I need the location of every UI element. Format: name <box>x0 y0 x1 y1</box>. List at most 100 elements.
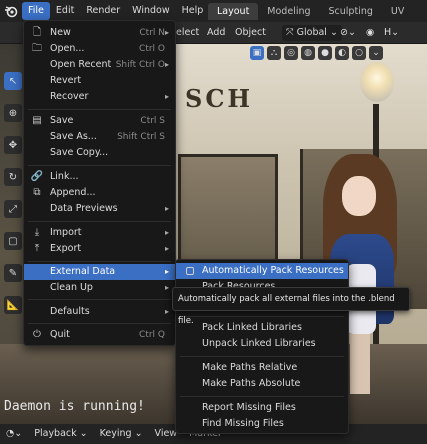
menu-item-make-paths-relative[interactable]: Make Paths Relative <box>176 360 348 376</box>
menu-item-make-paths-absolute[interactable]: Make Paths Absolute <box>176 376 348 392</box>
external-data-submenu: Automatically Pack Resources Pack Resour… <box>175 259 349 434</box>
viewport-shading-toolbar: ▣ ⛬ ◎ ◍ ● ◐ ○ ⌄ <box>250 46 383 62</box>
tab-sculpting[interactable]: Sculpting <box>320 3 382 20</box>
menu-item-recover[interactable]: Recover ▸ <box>24 89 175 105</box>
tab-modeling[interactable]: Modeling <box>258 3 319 20</box>
menu-item-open[interactable]: 🗀 Open... Ctrl O <box>24 41 175 57</box>
append-icon: ⧉ <box>33 187 41 198</box>
menu-help[interactable]: Help <box>176 0 210 22</box>
tab-uv-editing[interactable]: UV Editing <box>382 3 427 34</box>
menu-item-auto-pack-resources[interactable]: Automatically Pack Resources <box>176 263 348 279</box>
link-icon: 🔗 <box>30 171 44 182</box>
select-menu[interactable]: elect <box>176 22 199 44</box>
transform-tool-icon[interactable]: ▢ <box>4 232 22 250</box>
tooltip: Automatically pack all external files in… <box>172 287 410 326</box>
daemon-status-text: Daemon is running! <box>4 399 145 414</box>
checkbox-icon[interactable] <box>186 267 194 275</box>
menu-separator <box>180 356 344 357</box>
transform-orientation-icon: ⤧ <box>286 27 297 38</box>
overlays-icon[interactable]: ◎ <box>284 46 298 60</box>
keying-menu[interactable]: Keying ⌄ <box>94 424 149 444</box>
tab-layout[interactable]: Layout <box>208 3 259 20</box>
cursor-tool-icon[interactable]: ⊕ <box>4 104 22 122</box>
export-icon: ⤒ <box>34 243 40 254</box>
transform-orientation-value: Global <box>296 27 327 38</box>
chevron-down-icon: ⌄ <box>326 27 338 38</box>
menu-separator <box>28 109 171 110</box>
playback-label: Playback <box>34 428 77 439</box>
menu-item-import[interactable]: ⤓ Import ▸ <box>24 225 175 241</box>
character-legs <box>350 334 370 394</box>
mirror-axis-icon[interactable]: H⌄ <box>384 22 399 44</box>
menu-item-save-copy[interactable]: Save Copy... <box>24 145 175 161</box>
wireframe-shading-icon[interactable]: ◍ <box>301 46 315 60</box>
submenu-arrow-icon: ▸ <box>164 60 169 69</box>
menu-item-clean-up[interactable]: Clean Up ▸ <box>24 280 175 296</box>
new-file-icon: 🗋 <box>32 27 42 38</box>
playback-menu[interactable]: Playback ⌄ <box>28 424 93 444</box>
timeline-editor-icon[interactable]: ◔⌄ <box>0 424 28 444</box>
add-menu[interactable]: Add <box>207 22 225 44</box>
power-icon: ⏻ <box>33 329 41 340</box>
save-icon: ▤ <box>32 115 42 126</box>
street-lamp <box>360 62 394 102</box>
submenu-arrow-icon: ▸ <box>164 307 169 316</box>
transform-orientation-select[interactable]: ⤧ Global ⌄ <box>282 25 342 41</box>
show-gizmo-icon[interactable]: ⛬ <box>267 46 281 60</box>
menu-item-defaults[interactable]: Defaults ▸ <box>24 304 175 320</box>
folder-icon: 🗀 <box>32 43 42 54</box>
submenu-arrow-icon: ▸ <box>164 267 169 276</box>
menu-item-link[interactable]: 🔗 Link... <box>24 169 175 185</box>
solid-shading-icon[interactable]: ● <box>318 46 332 60</box>
snap-icon[interactable]: ⊘⌄ <box>340 22 356 44</box>
menu-render[interactable]: Render <box>80 0 126 22</box>
menu-separator <box>180 316 344 317</box>
keying-label: Keying <box>99 428 132 439</box>
scale-tool-icon[interactable]: ⤢ <box>4 200 22 218</box>
menu-separator <box>28 165 171 166</box>
menu-item-quit[interactable]: ⏻ Quit Ctrl Q <box>24 327 175 343</box>
menu-file[interactable]: File <box>22 2 50 20</box>
blender-logo-icon[interactable] <box>0 0 22 22</box>
rendered-shading-icon[interactable]: ○ <box>352 46 366 60</box>
menu-item-pack-linked-libraries[interactable]: Pack Linked Libraries <box>176 320 348 336</box>
rotate-tool-icon[interactable]: ↻ <box>4 168 22 186</box>
submenu-arrow-icon: ▸ <box>164 204 169 213</box>
menu-item-report-missing-files[interactable]: Report Missing Files <box>176 400 348 416</box>
measure-tool-icon[interactable]: 📐 <box>4 296 22 314</box>
menu-separator <box>28 221 171 222</box>
menu-item-revert[interactable]: Revert <box>24 73 175 89</box>
menu-item-save-as[interactable]: Save As... Shift Ctrl S <box>24 129 175 145</box>
submenu-arrow-icon: ▸ <box>164 283 169 292</box>
shop-sign: SCH <box>185 84 254 113</box>
menu-item-data-previews[interactable]: Data Previews ▸ <box>24 201 175 217</box>
submenu-arrow-icon: ▸ <box>164 92 169 101</box>
workspace-tabs: Layout Modeling Sculpting UV Editing <box>208 3 427 34</box>
menu-item-new[interactable]: 🗋 New Ctrl N ▸ <box>24 25 175 41</box>
menu-separator <box>28 261 171 262</box>
menu-item-export[interactable]: ⤒ Export ▸ <box>24 241 175 257</box>
menu-item-external-data[interactable]: External Data ▸ <box>24 264 175 280</box>
file-menu-dropdown: 🗋 New Ctrl N ▸ 🗀 Open... Ctrl O Open Rec… <box>23 20 176 346</box>
move-tool-icon[interactable]: ✥ <box>4 136 22 154</box>
proportional-edit-icon[interactable]: ◉ <box>366 22 374 44</box>
menu-item-save[interactable]: ▤ Save Ctrl S <box>24 113 175 129</box>
menu-window[interactable]: Window <box>126 0 175 22</box>
menu-item-find-missing-files[interactable]: Find Missing Files <box>176 416 348 432</box>
menu-item-append[interactable]: ⧉ Append... <box>24 185 175 201</box>
submenu-arrow-icon: ▸ <box>164 244 169 253</box>
character-face <box>342 176 376 216</box>
menu-separator <box>28 323 171 324</box>
menu-separator <box>180 396 344 397</box>
shading-options-icon[interactable]: ⌄ <box>369 46 383 60</box>
material-shading-icon[interactable]: ◐ <box>335 46 349 60</box>
annotate-tool-icon[interactable]: ✎ <box>4 264 22 282</box>
import-icon: ⤓ <box>34 227 40 238</box>
menu-item-unpack-linked-libraries[interactable]: Unpack Linked Libraries <box>176 336 348 352</box>
select-tool-icon[interactable]: ↖ <box>4 72 22 90</box>
object-menu[interactable]: Object <box>235 22 266 44</box>
menu-edit[interactable]: Edit <box>50 0 80 22</box>
object-type-visibility-icon[interactable]: ▣ <box>250 46 264 60</box>
menu-separator <box>28 299 171 300</box>
menu-item-open-recent[interactable]: Open Recent Shift Ctrl O ▸ <box>24 57 175 73</box>
